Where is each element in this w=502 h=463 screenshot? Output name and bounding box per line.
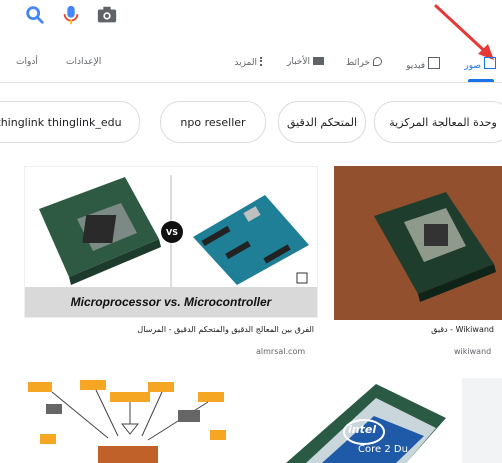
intel-logo: intel [348, 423, 377, 436]
result-1-caption[interactable]: الفرق بين المعالج الدقيق والمتحكم الدقيق… [137, 325, 314, 334]
tab-news-label: الأخبار [286, 57, 310, 67]
image-result-5[interactable] [462, 378, 502, 463]
image-icon [484, 57, 496, 69]
search-tabs: صور فيديو خرائط الأخبار المزيد الإعدادات… [0, 50, 502, 83]
chip-thinglink[interactable]: thinglink thinglink_edu [0, 101, 140, 143]
tab-news[interactable]: الأخبار [287, 57, 324, 67]
map-pin-icon [373, 57, 382, 66]
result-4-thumbnail [286, 384, 446, 463]
camera-search-icon[interactable] [96, 4, 118, 26]
image-result-3[interactable] [18, 378, 240, 463]
chip-microcontroller[interactable]: المتحكم الدقيق [278, 101, 366, 143]
tab-maps[interactable]: خرائط [346, 57, 382, 68]
vs-badge: VS [161, 221, 183, 243]
result-1-source[interactable]: almrsal.com [256, 347, 305, 356]
image-result-4[interactable]: intel Core 2 Du [256, 378, 448, 463]
chip-label: thinglink thinglink_edu [0, 115, 122, 129]
chip-npo-reseller[interactable]: npo reseller [160, 101, 266, 143]
more-icon [260, 57, 264, 66]
microphone-icon[interactable] [60, 4, 82, 26]
tab-tools-label: أدوات [16, 57, 38, 67]
tab-maps-label: خرائط [345, 58, 370, 68]
tab-settings[interactable]: الإعدادات [66, 57, 101, 67]
related-chips: thinglink thinglink_edu npo reseller الم… [0, 101, 502, 145]
tab-videos[interactable]: فيديو [406, 57, 440, 71]
chip-label: وحدة المعالجة المركزية [389, 115, 497, 129]
active-tab-indicator [468, 79, 494, 82]
chip-cpu[interactable]: وحدة المعالجة المركزية [374, 101, 502, 143]
result-2-caption[interactable]: Wikiwand - دقيق [431, 325, 494, 334]
result-1-banner: Microprocessor vs. Microcontroller [25, 287, 317, 317]
image-result-2[interactable] [334, 166, 502, 320]
tab-images-label: صور [464, 61, 481, 71]
news-icon [313, 57, 324, 65]
tab-images[interactable]: صور [464, 57, 496, 71]
tab-more-label: المزيد [234, 58, 257, 68]
chip-label: npo reseller [180, 115, 246, 129]
search-toolbar [0, 0, 502, 34]
image-result-1[interactable]: VS Microprocessor vs. Microcontroller [24, 166, 318, 318]
search-icon[interactable] [24, 4, 46, 26]
chip-label: المتحكم الدقيق [286, 115, 357, 129]
result-2-source[interactable]: wikiwand [454, 347, 491, 356]
tab-settings-label: الإعدادات [66, 57, 102, 67]
tab-videos-label: فيديو [406, 61, 425, 71]
result-2-thumbnail [334, 166, 502, 320]
result-3-thumbnail [28, 380, 226, 463]
tab-more[interactable]: المزيد [234, 57, 264, 68]
video-icon [428, 57, 440, 69]
result-4-product-text: Core 2 Du [358, 444, 408, 455]
tab-tools[interactable]: أدوات [16, 57, 38, 67]
